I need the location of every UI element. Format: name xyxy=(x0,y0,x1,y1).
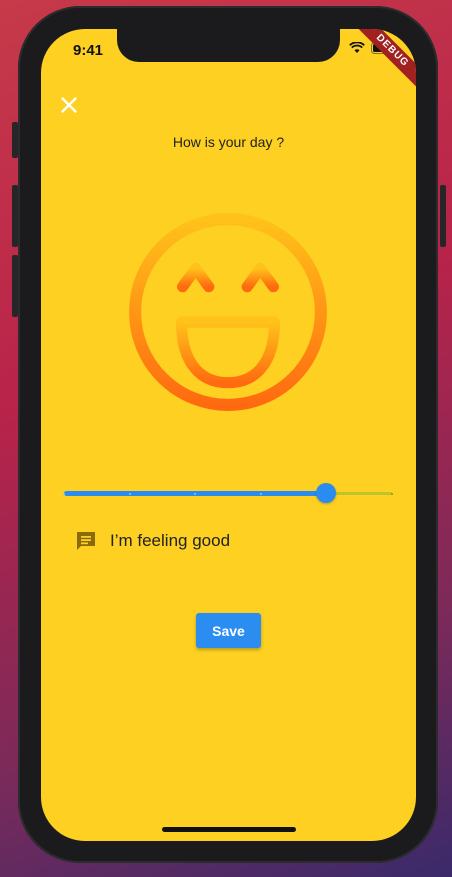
feeling-text: I’m feeling good xyxy=(110,531,231,550)
power-button xyxy=(440,185,446,247)
question-text: How is your day ? xyxy=(172,134,285,150)
slider-tick xyxy=(259,492,262,495)
volume-down-button xyxy=(12,255,18,317)
app-screen: 9:41 DEBUG How is your day ? I’m feeling… xyxy=(41,29,416,841)
status-time: 9:41 xyxy=(73,42,104,59)
volume-up-button xyxy=(12,185,18,247)
laughing-face-icon xyxy=(129,213,327,411)
close-icon xyxy=(61,97,77,113)
slider-tick xyxy=(63,492,65,495)
slider-tick xyxy=(391,492,393,495)
slider-tick xyxy=(128,492,131,495)
close-button[interactable] xyxy=(59,95,79,115)
mood-slider[interactable] xyxy=(63,481,393,505)
mute-switch xyxy=(12,122,18,158)
slider-tick xyxy=(194,492,197,495)
wifi-icon xyxy=(349,42,365,53)
notch xyxy=(117,29,340,62)
message-icon xyxy=(77,532,95,550)
slider-thumb[interactable] xyxy=(316,483,337,503)
home-indicator[interactable] xyxy=(162,827,296,832)
feeling-row: I’m feeling good xyxy=(74,529,230,553)
save-button[interactable]: Save xyxy=(196,613,261,648)
